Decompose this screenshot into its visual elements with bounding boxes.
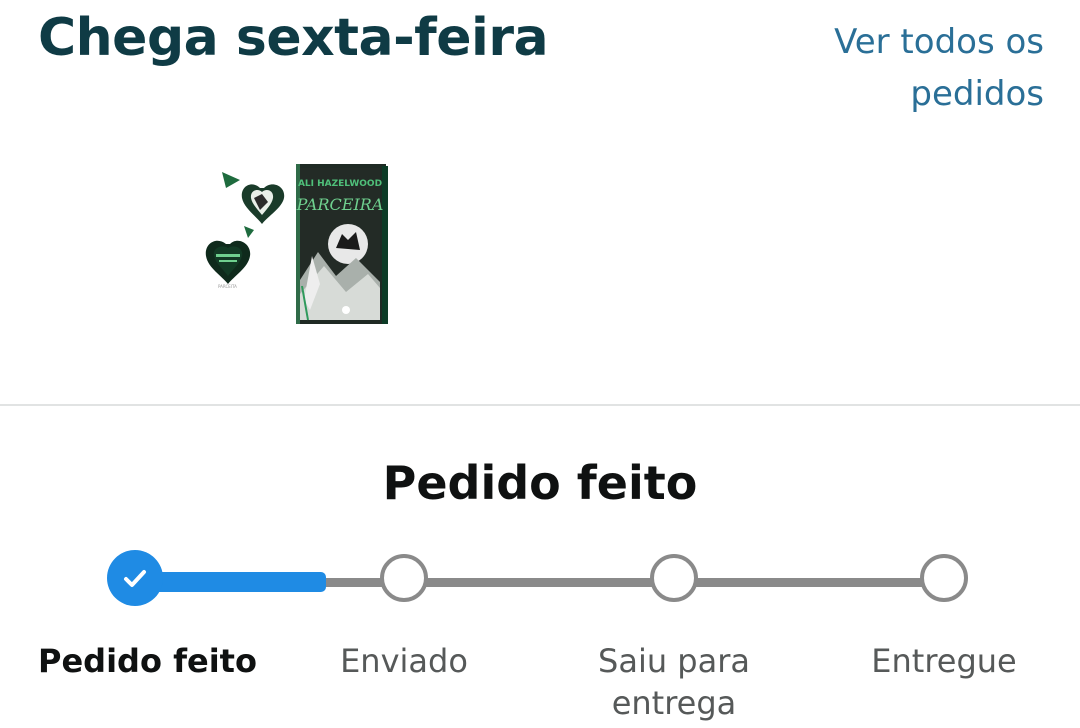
step-label-enviado: Enviado — [340, 642, 468, 680]
step-marker-saiu-para-entrega — [650, 554, 698, 602]
view-all-orders-link[interactable]: Ver todos os pedidos — [784, 16, 1044, 120]
step-marker-enviado — [380, 554, 428, 602]
heart-charm-bottom: PARCEITA — [205, 226, 254, 289]
step-label-entregue: Entregue — [871, 642, 1017, 680]
svg-text:PARCEITA: PARCEITA — [218, 284, 237, 289]
heart-charm-top — [222, 172, 285, 224]
page-title: Chega sexta-feira — [38, 8, 549, 68]
step-marker-entregue — [920, 554, 968, 602]
step-label-saiu-para-entrega: Saiu para entrega — [598, 642, 750, 722]
step-marker-pedido-feito — [107, 550, 163, 606]
svg-text:ALI HAZELWOOD: ALI HAZELWOOD — [298, 179, 382, 189]
book: ALI HAZELWOOD PARCEIRA — [296, 164, 388, 324]
product-image[interactable]: PARCEITA ALI HAZELWOOD PARCEIRA — [196, 160, 396, 330]
order-tracking-page: Chega sexta-feira Ver todos os pedidos P… — [0, 0, 1080, 728]
section-divider — [0, 404, 1080, 406]
shipment-progress-tracker — [0, 550, 1080, 614]
order-status-title: Pedido feito — [382, 456, 698, 510]
checkmark-icon — [124, 570, 146, 587]
step-label-pedido-feito: Pedido feito — [38, 642, 257, 680]
book-cover-illustration: PARCEITA ALI HAZELWOOD PARCEIRA — [205, 164, 388, 324]
svg-text:PARCEIRA: PARCEIRA — [296, 195, 384, 214]
